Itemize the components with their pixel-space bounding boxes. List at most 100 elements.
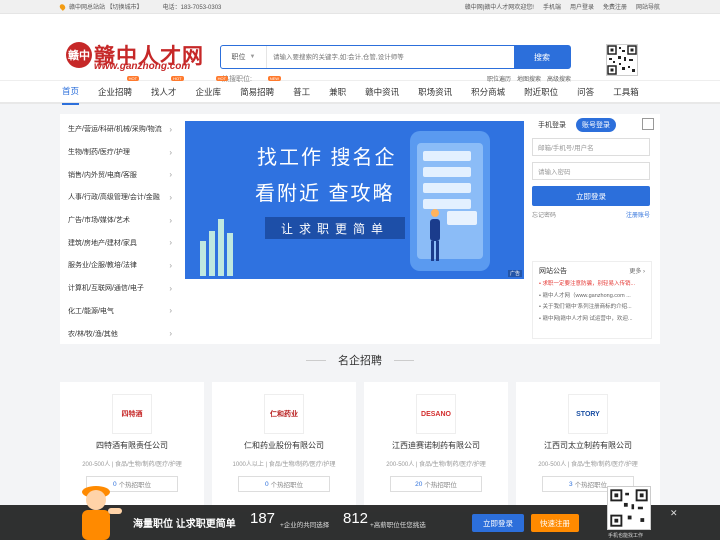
hot-jobs-label: 个热招职位 [270,482,304,489]
nav-item[interactable]: 首页 [62,79,80,105]
hot-jobs-button[interactable]: 20 个热招职位 [390,476,482,492]
category-item[interactable]: 人事/行政/高级管理/会计/金融 › [60,186,180,209]
notice-item[interactable]: • 关于我们'赣中'系列注册商标的介绍... [539,302,645,314]
password-field[interactable]: 请输入密码 [532,162,650,180]
chevron-right-icon: › [169,283,172,293]
nav-item[interactable]: 赣中资讯 [365,80,399,104]
company-card[interactable]: 仁和药业 仁和药业股份有限公司 1000人以上 | 食品/生物/制药/医疗/护理 0 个… [212,382,356,512]
company-name[interactable]: 仁和药业股份有限公司 [212,440,356,451]
nav-item[interactable]: 简易招聘 NEW [240,75,282,104]
nav-item[interactable]: 职场资讯 [418,80,452,104]
logo-mark: 赣中 [66,42,92,68]
username-field[interactable]: 邮箱/手机号/用户名 [532,138,650,156]
tab-mobile-login[interactable]: 手机登录 [532,118,572,132]
search-input[interactable] [267,46,514,68]
company-name[interactable]: 江西司太立制药有限公司 [516,440,660,451]
nav-item[interactable]: 找人才 HOT [151,75,184,104]
category-item[interactable]: 生物/制药/医疗/护理 › [60,141,180,164]
promo-slogan: 海量职位 让求职更简单 [133,519,236,530]
hero-panel: 生产/营运/科研/机械/采购/物流 › 生物/制药/医疗/护理 › 销售/内外贸/电商/… [60,114,660,344]
promo-banner[interactable]: 找工作 搜名企 看附近 查攻略 让求职更简单 广告 [185,121,524,279]
hot-jobs-count: 3 [568,480,573,488]
nav-item[interactable]: 企业库 HOT [196,75,229,104]
nav-item[interactable]: 工具箱 [613,80,639,104]
chevron-right-icon: › [169,124,172,134]
login-button[interactable]: 立即登录 [532,186,650,206]
company-logo: DESANO [416,394,456,434]
nav-item[interactable]: 普工 [293,80,310,104]
divider [394,359,414,361]
forgot-password-link[interactable]: 忘记密码 [532,210,556,219]
login-panel: 手机登录 账号登录 邮箱/手机号/用户名 请输入密码 立即登录 忘记密码 注册账… [532,118,654,238]
notice-item[interactable]: • 赣中人才网（www.ganzhong.com ... [539,291,645,303]
company-logo: STORY [568,394,608,434]
nav-item[interactable]: 积分商城 [471,80,505,104]
chevron-right-icon: › [169,238,172,248]
search-type-select[interactable]: 职位 ▼ [221,46,267,68]
bottom-login-button[interactable]: 立即登录 [472,514,524,532]
category-item[interactable]: 服务业/企服/教培/法律 › [60,254,180,277]
company-info: 200-500人 | 食品/生物/制药/医疗/护理 [538,462,638,468]
nav-item[interactable]: 企业招聘 HOT [98,75,140,104]
company-name[interactable]: 四特酒有限责任公司 [60,440,204,451]
jobs-count: 812 [343,510,369,527]
famous-companies-header: 名企招聘 [0,352,720,368]
category-item[interactable]: 建筑/房地产/建材/家具 › [60,231,180,254]
search-button[interactable]: 搜索 [514,46,570,68]
banner-line-1: 找工作 搜名企 [257,147,397,169]
chevron-right-icon: › [169,260,172,270]
free-register-link[interactable]: 免费注册 [603,2,627,11]
mobile-link[interactable]: 手机端 [543,2,561,11]
logo-domain: www.ganzhong.com [94,61,191,72]
top-bar: 赣中网总站站 【切换城市】 电话：183-7053-0303 赣中网|赣中人才网… [0,0,720,14]
category-item[interactable]: 化工/能源/电气 › [60,300,180,323]
register-link[interactable]: 注册账号 [626,210,650,219]
category-item[interactable]: 生产/营运/科研/机械/采购/物流 › [60,118,180,141]
notice-title: 网站公告 [539,268,567,275]
location-pin-icon [58,2,67,11]
banner-line-2: 看附近 查攻略 [255,183,395,205]
user-login-link[interactable]: 用户登录 [570,2,594,11]
category-item[interactable]: 广告/市场/媒体/艺术 › [60,209,180,232]
category-item[interactable]: 计算机/互联网/通信/电子 › [60,277,180,300]
notice-box: 网站公告 更多 › • 求职一定要注意防骗，别轻易入传销... • 赣中人才网（… [532,261,652,339]
companies-count: 187 [250,510,276,527]
chevron-right-icon: › [169,215,172,225]
site-nav-link[interactable]: 网站导航 [636,2,660,11]
chevron-down-icon: ▼ [249,54,256,60]
category-item[interactable]: 农/林/牧/渔/其他 › [60,322,180,345]
company-card[interactable]: DESANO 江西迪赛诺制药有限公司 200-500人 | 食品/生物/制药/医疗/… [364,382,508,512]
qr-code-bottom [607,486,651,530]
company-info: 200-500人 | 食品/生物/制药/医疗/护理 [386,462,486,468]
company-name[interactable]: 江西迪赛诺制药有限公司 [364,440,508,451]
qr-login-icon[interactable] [642,118,654,130]
city-switch[interactable]: 赣中网总站站 【切换城市】 [69,2,143,11]
chevron-right-icon: › [169,192,172,202]
site-logo[interactable]: 赣中 赣中人才网 www.ganzhong.com [66,40,206,76]
notice-item[interactable]: • 赣中网|赣中人才网 试运营中，欢迎... [539,314,645,326]
banner-line-3: 让求职更简单 [265,217,405,239]
category-item[interactable]: 销售/内外贸/电商/客服 › [60,163,180,186]
section-title: 名企招聘 [338,355,382,367]
phone-number: 电话：183-7053-0303 [162,5,222,11]
notice-item[interactable]: • 求职一定要注意防骗，别轻易入传销... [539,279,645,291]
chevron-right-icon: › [169,306,172,316]
qr-code-top [606,44,638,76]
close-icon[interactable]: ✕ [670,508,678,519]
companies-label: +企业的共同选择 [280,522,330,529]
hot-jobs-button[interactable]: 0 个热招职位 [238,476,330,492]
search-type-label: 职位 [231,54,246,61]
hot-jobs-label: 个热招职位 [424,482,457,489]
chevron-right-icon: › [169,329,172,339]
nav-item[interactable]: 问答 [577,80,594,104]
nav-badge: HOT [215,75,229,81]
notice-more-link[interactable]: 更多 › [629,266,645,276]
nav-badge: NEW [267,75,282,81]
qr-code-icon [610,489,648,527]
bottom-register-button[interactable]: 快速注册 [531,514,579,532]
qr-caption: 手机也能找工作 [608,533,644,539]
nav-item[interactable]: 兼职 [329,80,346,104]
company-cards: 四特酒 四特酒有限责任公司 200-500人 | 食品/生物/制药/医疗/护理 0 个热… [60,382,660,512]
nav-item[interactable]: 附近职位 [524,80,558,104]
tab-account-login[interactable]: 账号登录 [576,118,616,132]
